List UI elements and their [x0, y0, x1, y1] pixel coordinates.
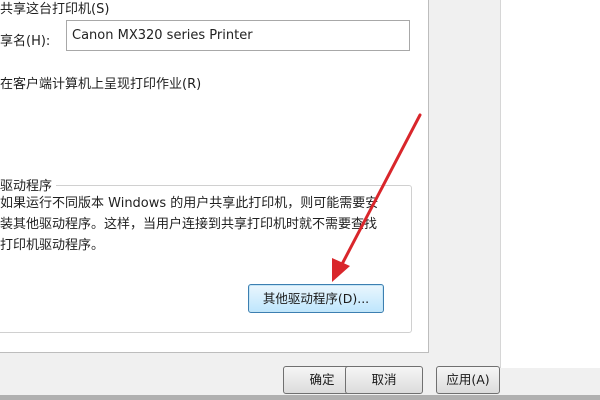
- share-printer-checkbox-label[interactable]: 共享这台打印机(S): [0, 0, 109, 17]
- share-name-input[interactable]: Canon MX320 series Printer: [66, 20, 410, 51]
- drivers-description-line: 打印机驱动程序。: [0, 238, 105, 253]
- background-panel: [500, 0, 600, 368]
- cancel-button[interactable]: 取消: [345, 366, 423, 394]
- drivers-group-title: 驱动程序: [0, 175, 57, 194]
- render-on-client-checkbox-label[interactable]: 在客户端计算机上呈现打印作业(R): [0, 73, 201, 92]
- drivers-description-line: 装其他驱动程序。这样，当用户连接到共享打印机时就不需要查找: [0, 217, 378, 232]
- drivers-description: 如果运行不同版本 Windows 的用户共享此打印机，则可能需要安 装其他驱动程…: [0, 193, 400, 256]
- apply-button[interactable]: 应用(A): [436, 366, 500, 394]
- share-name-label: 享名(H):: [0, 34, 51, 49]
- additional-drivers-button[interactable]: 其他驱动程序(D)...: [248, 284, 384, 313]
- drivers-description-line: 如果运行不同版本 Windows 的用户共享此打印机，则可能需要安: [0, 196, 379, 211]
- taskbar-edge: [0, 395, 600, 400]
- printer-properties-dialog: 共享这台打印机(S) 享名(H): Canon MX320 series Pri…: [0, 0, 600, 400]
